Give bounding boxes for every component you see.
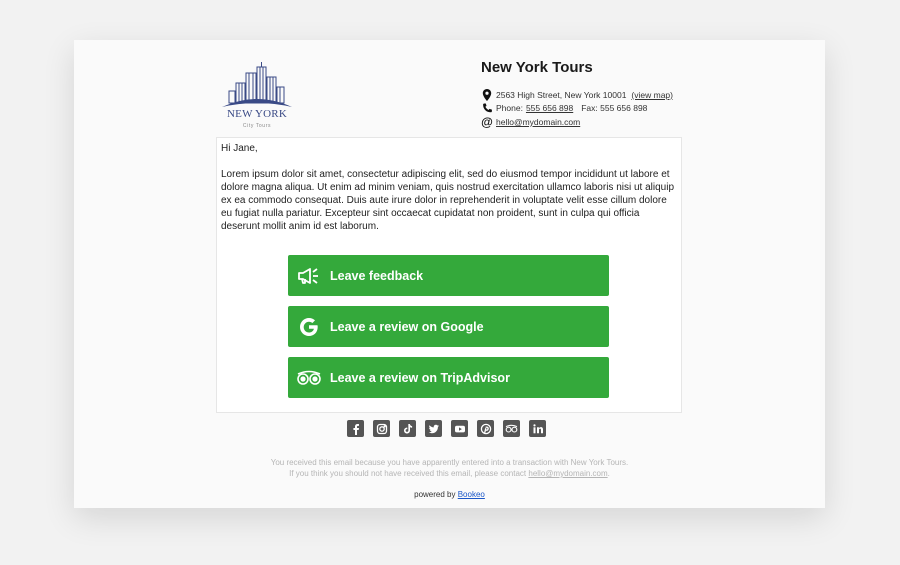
- logo-name: NEW YORK: [227, 108, 287, 120]
- location-pin-icon: [481, 88, 493, 101]
- twitter-icon[interactable]: [425, 420, 442, 437]
- social-links: [347, 420, 555, 437]
- tripadvisor-review-button[interactable]: Leave a review on TripAdvisor: [288, 357, 609, 398]
- address-row: 2563 High Street, New York 10001 (view m…: [481, 88, 781, 102]
- youtube-icon[interactable]: [451, 420, 468, 437]
- message-panel: Hi Jane, Lorem ipsum dolor sit amet, con…: [216, 137, 682, 413]
- message-body: Lorem ipsum dolor sit amet, consectetur …: [221, 169, 675, 232]
- footer-line-2-text: If you think you should not have receive…: [289, 469, 527, 478]
- google-icon: [296, 314, 322, 340]
- pinterest-icon[interactable]: [477, 420, 494, 437]
- leave-feedback-button[interactable]: Leave feedback: [288, 255, 609, 296]
- company-logo: NEW YORK City Tours: [220, 61, 294, 133]
- phone-link[interactable]: 555 656 898: [526, 103, 573, 113]
- facebook-icon[interactable]: [347, 420, 364, 437]
- tripadvisor-social-icon[interactable]: [503, 420, 520, 437]
- company-name: New York Tours: [481, 59, 593, 76]
- footer-line-1: You received this email because you have…: [270, 458, 629, 467]
- phone-icon: [481, 102, 493, 114]
- phone-row: Phone: 555 656 898 Fax: 555 656 898: [481, 102, 781, 116]
- greeting: Hi Jane,: [221, 143, 258, 154]
- view-map-link[interactable]: (view map): [631, 90, 673, 100]
- bookeo-link[interactable]: Bookeo: [458, 490, 485, 499]
- powered-by-text: powered by: [414, 490, 456, 499]
- instagram-icon[interactable]: [373, 420, 390, 437]
- email-card: NEW YORK City Tours New York Tours 2563 …: [74, 40, 825, 508]
- linkedin-icon[interactable]: [529, 420, 546, 437]
- at-sign-icon: @: [481, 114, 493, 129]
- megaphone-icon: [296, 263, 322, 289]
- address-text: 2563 High Street, New York 10001: [496, 89, 627, 100]
- phone-label: Phone:: [496, 103, 523, 114]
- footer-line-2-suffix: .: [607, 469, 610, 478]
- footer-disclaimer: You received this email because you have…: [74, 457, 825, 479]
- google-review-button[interactable]: Leave a review on Google: [288, 306, 609, 347]
- tripadvisor-review-label: Leave a review on TripAdvisor: [330, 370, 510, 385]
- logo-subtitle: City Tours: [242, 123, 272, 129]
- fax-text: Fax: 555 656 898: [581, 103, 648, 114]
- email-row: @ hello@mydomain.com: [481, 115, 781, 129]
- email-link[interactable]: hello@mydomain.com: [496, 117, 580, 127]
- google-review-label: Leave a review on Google: [330, 319, 484, 334]
- footer-email-link[interactable]: hello@mydomain.com: [528, 469, 607, 478]
- powered-by: powered by Bookeo: [74, 490, 825, 499]
- tripadvisor-icon: [296, 365, 322, 391]
- company-info: New York Tours 2563 High Street, New Yor…: [481, 59, 781, 129]
- tiktok-icon[interactable]: [399, 420, 416, 437]
- skyline-icon: [222, 62, 292, 107]
- footer-line-2: If you think you should not have receive…: [74, 468, 825, 479]
- leave-feedback-label: Leave feedback: [330, 268, 424, 283]
